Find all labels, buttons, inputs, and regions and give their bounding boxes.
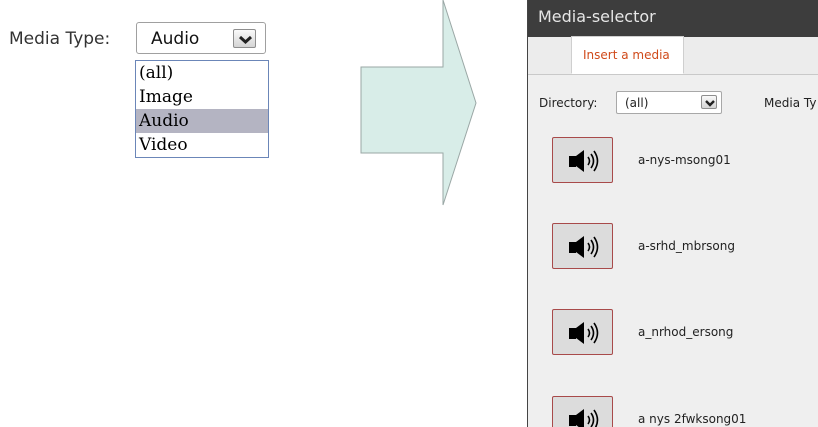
media-item[interactable]: a-srhd_mbrsong <box>552 223 818 269</box>
media-selector-dialog: Media-selector Insert a media Directory:… <box>527 0 818 427</box>
chevron-down-icon[interactable] <box>233 29 256 48</box>
media-item-name: a-srhd_mbrsong <box>638 239 735 253</box>
media-thumbnail[interactable] <box>552 137 613 183</box>
media-type-selected-value: Audio <box>151 29 200 49</box>
media-item-name: a_nrhod_ersong <box>638 325 734 339</box>
dialog-title: Media-selector <box>538 7 656 26</box>
media-thumbnail[interactable] <box>552 223 613 269</box>
right-arrow-icon <box>360 0 477 206</box>
speaker-icon <box>569 150 599 172</box>
filter-bar: Directory: (all) Media Ty <box>528 90 818 116</box>
media-item[interactable]: a-nys-msong01 <box>552 137 818 183</box>
media-thumbnail[interactable] <box>552 309 613 355</box>
media-item-name: a nys 2fwksong01 <box>638 412 747 426</box>
media-type-option[interactable]: Video <box>136 133 268 157</box>
tab-strip: Insert a media <box>528 36 818 75</box>
tab-insert-media-label: Insert a media <box>583 48 670 62</box>
media-type-select[interactable]: Audio <box>136 22 266 54</box>
media-item-name: a-nys-msong01 <box>638 153 731 167</box>
media-type-label: Media Type: <box>9 29 111 49</box>
directory-select[interactable]: (all) <box>616 91 722 114</box>
media-item[interactable]: a nys 2fwksong01 <box>552 396 818 427</box>
media-type-option[interactable]: (all) <box>136 61 268 85</box>
chevron-down-icon[interactable] <box>701 95 717 109</box>
media-thumbnail[interactable] <box>552 396 613 427</box>
speaker-icon <box>569 322 599 344</box>
directory-selected-value: (all) <box>625 96 649 110</box>
speaker-icon <box>569 409 599 427</box>
tab-insert-media[interactable]: Insert a media <box>571 36 684 74</box>
media-type-option-highlighted[interactable]: Audio <box>136 109 268 133</box>
media-type-options-list: (all) Image Audio Video <box>135 60 269 158</box>
media-item[interactable]: a_nrhod_ersong <box>552 309 818 355</box>
speaker-icon <box>569 236 599 258</box>
media-type-option[interactable]: Image <box>136 85 268 109</box>
directory-label: Directory: <box>539 96 598 110</box>
media-type-label: Media Ty <box>764 96 817 110</box>
dialog-title-bar[interactable]: Media-selector <box>528 0 818 37</box>
